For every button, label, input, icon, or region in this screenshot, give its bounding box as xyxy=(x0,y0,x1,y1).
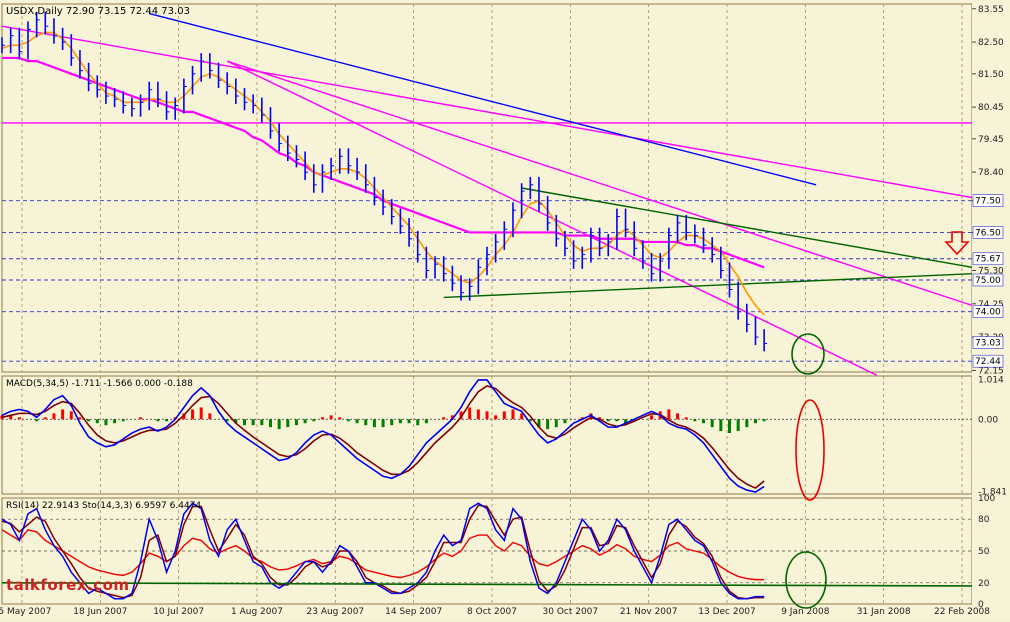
x-tick-label: 1 Aug 2007 xyxy=(231,607,283,617)
price-label: 74.00 xyxy=(975,308,1001,318)
y-tick-label: 78.40 xyxy=(978,168,1004,178)
macd-title: MACD(5,34,5) -1.711 -1.566 0.000 -0.188 xyxy=(6,379,193,389)
x-tick-label: 30 Oct 2007 xyxy=(543,607,599,617)
price-label: 76.50 xyxy=(975,228,1001,238)
x-tick-label: 31 Jan 2008 xyxy=(857,607,911,617)
annotation-circle-osc xyxy=(785,551,827,609)
trend-line xyxy=(1,25,973,199)
ma-slow-line xyxy=(2,56,765,269)
x-tick-label: 14 Sep 2007 xyxy=(385,607,442,617)
price-label: 75.00 xyxy=(975,276,1001,286)
pane-frame-price xyxy=(1,3,973,373)
chart-canvas: 25 May 2007 18 Jun 2007 10 Jul 2007 1 Aug 2… xyxy=(0,0,1010,618)
watermark: talkforex.com xyxy=(6,576,130,594)
osc-title: RSI(14) 22.9143 Sto(14,3,3) 6.9597 6.447… xyxy=(6,501,201,511)
annotation-circle-macd xyxy=(795,399,825,501)
x-tick-label: 21 Nov 2007 xyxy=(620,607,678,617)
macd-line xyxy=(1,379,765,493)
y-tick-label: 79.45 xyxy=(978,135,1004,145)
ma-fast-line xyxy=(1,31,765,316)
x-tick-label: 13 Dec 2007 xyxy=(698,607,756,617)
trend-line xyxy=(226,60,973,307)
osc-y-tick-label: 50 xyxy=(978,547,990,557)
y-tick-label: 82.50 xyxy=(978,38,1004,48)
down-arrow-icon xyxy=(944,231,970,256)
watermark-site: talkforex.com xyxy=(6,576,130,594)
osc-y-tick-label: 0 xyxy=(978,600,984,610)
x-tick-label: 25 May 2007 xyxy=(0,607,51,617)
x-tick-label: 23 Aug 2007 xyxy=(307,607,365,617)
x-tick-label: 18 Jun 2007 xyxy=(73,607,127,617)
osc-y-tick-label: 20 xyxy=(978,579,990,589)
price-label: 77.50 xyxy=(975,197,1001,207)
y-tick-label: 80.45 xyxy=(978,103,1004,113)
pane-frame-macd xyxy=(1,375,973,495)
y-tick-label: 81.50 xyxy=(978,70,1004,80)
y-tick-label: 83.55 xyxy=(978,5,1004,15)
osc-y-tick-label: 80 xyxy=(978,515,990,525)
rsi-line xyxy=(1,529,765,581)
macd-y-tick-label: 0.00 xyxy=(978,415,998,425)
price-label: 73.03 xyxy=(975,338,1001,348)
x-tick-label: 10 Jul 2007 xyxy=(153,607,204,617)
macd-signal-line xyxy=(1,384,765,490)
price-label: 75.67 xyxy=(975,255,1001,265)
trend-line xyxy=(521,187,973,268)
trend-line xyxy=(226,60,878,376)
x-tick-label: 8 Oct 2007 xyxy=(467,607,517,617)
chart-window: 25 May 2007 18 Jun 2007 10 Jul 2007 1 Aug 2… xyxy=(0,0,1010,618)
annotation-circle-price xyxy=(791,333,825,375)
macd-y-tick-label: 1.014 xyxy=(978,375,1004,385)
price-label: 72.44 xyxy=(975,357,1001,367)
osc-y-tick-label: 100 xyxy=(978,494,995,504)
chart-title: USDX,Daily 72.90 73.15 72.44 73.03 xyxy=(6,6,190,17)
